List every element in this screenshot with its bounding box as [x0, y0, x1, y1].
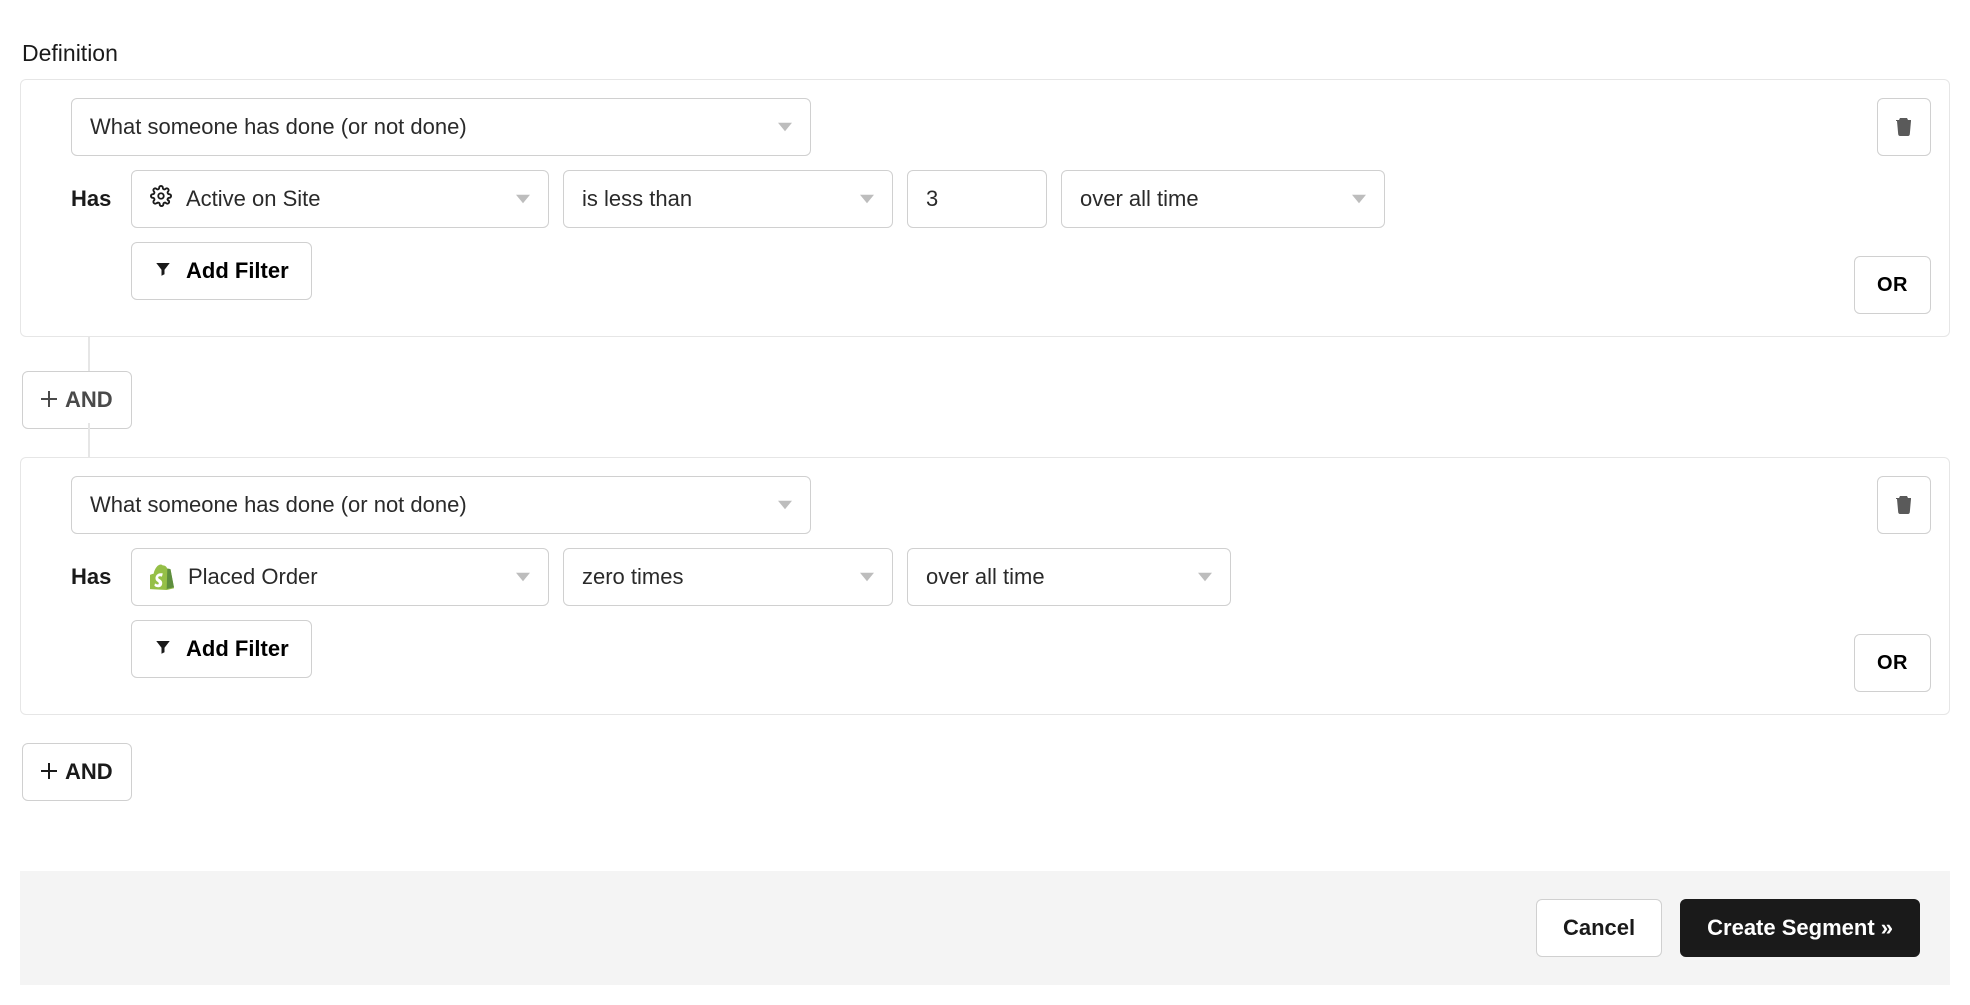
metric-select[interactable]: Active on Site — [131, 170, 549, 228]
metric-select[interactable]: Placed Order — [131, 548, 549, 606]
chevron-down-icon — [860, 570, 874, 584]
and-label: AND — [65, 387, 113, 413]
timeframe-select[interactable]: over all time — [907, 548, 1231, 606]
chevron-down-icon — [1352, 192, 1366, 206]
trash-icon — [1895, 494, 1913, 517]
operator-select[interactable]: zero times — [563, 548, 893, 606]
has-label: Has — [71, 564, 117, 590]
chevron-down-icon — [516, 570, 530, 584]
create-segment-button[interactable]: Create Segment » — [1680, 899, 1920, 957]
section-title: Definition — [22, 40, 1950, 67]
and-connector: AND — [20, 337, 1950, 457]
condition-block: What someone has done (or not done) Has … — [20, 457, 1950, 715]
condition-type-label: What someone has done (or not done) — [90, 492, 467, 518]
operator-label: zero times — [582, 564, 683, 590]
chevron-down-icon — [778, 120, 792, 134]
operator-label: is less than — [582, 186, 692, 212]
and-label: AND — [65, 759, 113, 785]
filter-icon — [154, 258, 172, 284]
chevron-down-icon — [1198, 570, 1212, 584]
footer-bar: Cancel Create Segment » — [20, 871, 1950, 985]
cancel-button[interactable]: Cancel — [1536, 899, 1662, 957]
add-filter-label: Add Filter — [186, 636, 289, 662]
chevron-down-icon — [516, 192, 530, 206]
condition-block: What someone has done (or not done) Has … — [20, 79, 1950, 337]
gear-icon — [150, 185, 172, 213]
delete-condition-button[interactable] — [1877, 98, 1931, 156]
timeframe-select[interactable]: over all time — [1061, 170, 1385, 228]
timeframe-label: over all time — [926, 564, 1045, 590]
filter-icon — [154, 636, 172, 662]
trash-icon — [1895, 116, 1913, 139]
chevron-down-icon — [860, 192, 874, 206]
or-button[interactable]: OR — [1854, 634, 1931, 692]
add-filter-label: Add Filter — [186, 258, 289, 284]
add-and-button[interactable]: AND — [22, 743, 132, 801]
and-connector-button[interactable]: AND — [22, 371, 132, 429]
plus-icon — [41, 759, 57, 785]
shopify-icon — [150, 564, 174, 590]
metric-label: Active on Site — [186, 186, 321, 212]
metric-label: Placed Order — [188, 564, 318, 590]
add-filter-button[interactable]: Add Filter — [131, 242, 312, 300]
value-input[interactable] — [907, 170, 1047, 228]
condition-type-label: What someone has done (or not done) — [90, 114, 467, 140]
has-label: Has — [71, 186, 117, 212]
add-filter-button[interactable]: Add Filter — [131, 620, 312, 678]
delete-condition-button[interactable] — [1877, 476, 1931, 534]
condition-type-select[interactable]: What someone has done (or not done) — [71, 98, 811, 156]
chevron-down-icon — [778, 498, 792, 512]
plus-icon — [41, 387, 57, 413]
timeframe-label: over all time — [1080, 186, 1199, 212]
condition-type-select[interactable]: What someone has done (or not done) — [71, 476, 811, 534]
or-button[interactable]: OR — [1854, 256, 1931, 314]
operator-select[interactable]: is less than — [563, 170, 893, 228]
